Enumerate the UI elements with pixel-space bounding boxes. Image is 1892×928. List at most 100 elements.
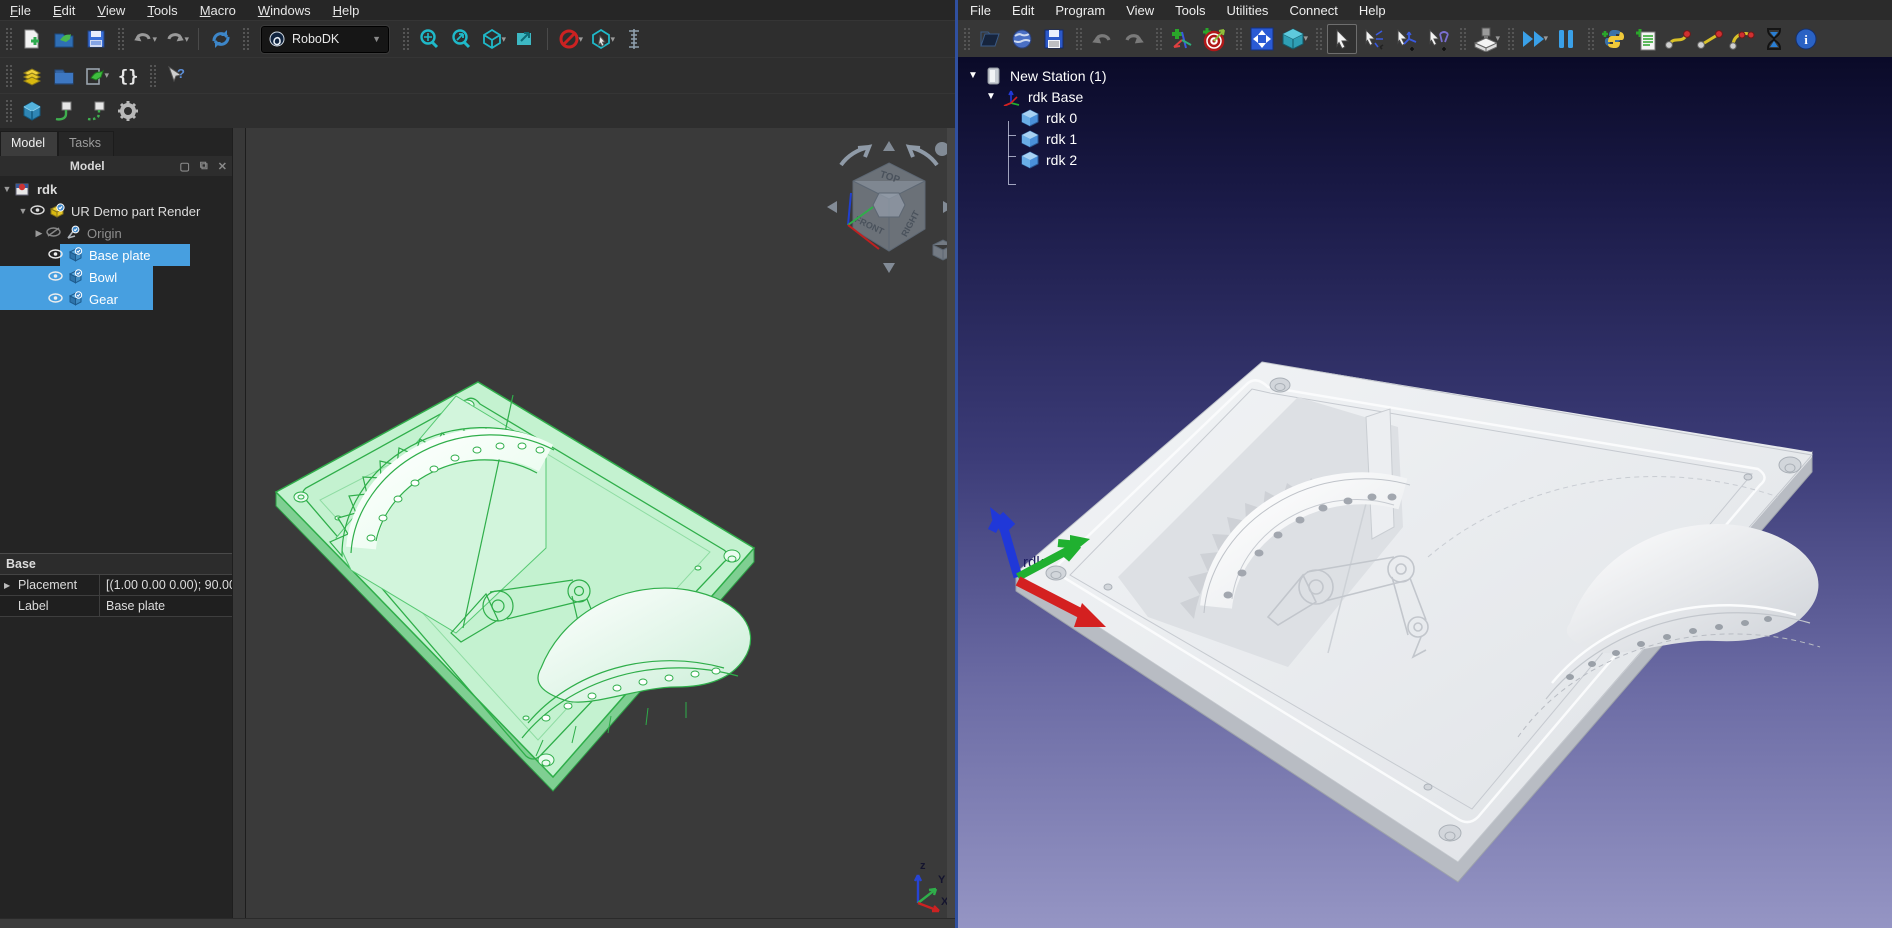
property-row-label[interactable]: Label Base plate (0, 596, 232, 617)
tree-row-base-plate[interactable]: Base plate (0, 244, 232, 266)
menu-utilities[interactable]: Utilities (1227, 3, 1269, 18)
expander-icon[interactable]: ▶ (32, 228, 46, 239)
menu-file[interactable]: File (970, 3, 991, 18)
property-row-placement[interactable]: ▶Placement [(1.00 0.00 0.00); 90.00 ... (0, 575, 232, 596)
add-reference-frame-icon[interactable] (1167, 24, 1197, 54)
toolbar-handle[interactable] (6, 100, 12, 122)
toolbar-handle[interactable] (118, 28, 124, 50)
workbench-selector[interactable]: RoboDK ▼ (261, 26, 389, 53)
tree-row-gear[interactable]: Gear (0, 288, 232, 310)
panel-float-icon[interactable]: ⧉ (200, 160, 208, 173)
move-frame-cursor-icon[interactable] (1391, 24, 1421, 54)
isometric-view-icon[interactable]: ▾ (480, 26, 506, 52)
toolbar-handle[interactable] (964, 28, 970, 50)
toolbar-handle[interactable] (6, 65, 12, 87)
robodk-cube-icon[interactable] (19, 98, 45, 124)
viewport-scrollbar[interactable] (947, 128, 955, 928)
about-info-icon[interactable]: i (1791, 24, 1821, 54)
new-document-icon[interactable] (19, 26, 45, 52)
tree-row-rdk-0[interactable]: rdk 0 (964, 107, 1106, 128)
toolbar-handle[interactable] (403, 28, 409, 50)
tab-model[interactable]: Model (0, 131, 58, 156)
toolbar-handle[interactable] (150, 65, 156, 87)
robodk-3d-viewport[interactable]: rdk ▼ New Station (1) ▼ rdk Base (958, 57, 1892, 928)
save-icon[interactable] (83, 26, 109, 52)
tab-tasks[interactable]: Tasks (58, 131, 114, 156)
expander-icon[interactable]: ▶ (4, 581, 14, 590)
menu-connect[interactable]: Connect (1289, 3, 1337, 18)
zoom-selection-icon[interactable] (448, 26, 474, 52)
freecad-3d-viewport[interactable]: TOP FRONT RIGHT z Y X (245, 128, 947, 918)
menu-edit[interactable]: Edit (1012, 3, 1034, 18)
panel-close-icon[interactable]: ✕ (218, 160, 227, 173)
box-zoom-icon[interactable]: ▾ (589, 26, 615, 52)
redo-icon[interactable]: ▾ (163, 26, 189, 52)
undo-icon[interactable]: ▾ (131, 26, 157, 52)
rotate-cursor-icon[interactable] (1359, 24, 1389, 54)
macro-braces-icon[interactable]: {} (115, 63, 141, 89)
toolbar-handle[interactable] (1508, 28, 1514, 50)
visible-eye-icon[interactable] (48, 248, 63, 263)
menu-view[interactable]: View (1126, 3, 1154, 18)
add-python-program-icon[interactable] (1599, 24, 1629, 54)
refresh-icon[interactable] (208, 26, 234, 52)
move-joint-icon[interactable] (1663, 24, 1693, 54)
machining-project-icon[interactable]: ▾ (1471, 24, 1501, 54)
menu-program[interactable]: Program (1055, 3, 1105, 18)
tree-row-rdk-1[interactable]: rdk 1 (964, 128, 1106, 149)
draw-style-icon[interactable]: ▾ (557, 26, 583, 52)
toolbar-handle[interactable] (1236, 28, 1242, 50)
expander-icon[interactable]: ▼ (16, 206, 30, 216)
expander-icon[interactable]: ▼ (0, 184, 14, 194)
placement-value[interactable]: [(1.00 0.00 0.00); 90.00 ... (100, 575, 232, 595)
move-circular-icon[interactable] (1727, 24, 1757, 54)
std-parts-icon[interactable] (19, 63, 45, 89)
online-library-icon[interactable] (1007, 24, 1037, 54)
move-linear-icon[interactable] (1695, 24, 1725, 54)
visible-eye-icon[interactable] (30, 204, 45, 219)
export-icon[interactable]: ▾ (83, 63, 109, 89)
menu-edit[interactable]: Edit (53, 3, 75, 18)
menu-view[interactable]: View (97, 3, 125, 18)
whats-this-icon[interactable]: ? (163, 63, 189, 89)
redo-icon[interactable] (1119, 24, 1149, 54)
menu-help[interactable]: Help (1359, 3, 1386, 18)
menu-macro[interactable]: Macro (200, 3, 236, 18)
menu-help[interactable]: Help (333, 3, 360, 18)
add-program-icon[interactable] (1631, 24, 1661, 54)
expander-icon[interactable]: ▼ (982, 91, 1000, 102)
visible-eye-icon[interactable] (48, 292, 63, 307)
toolbar-handle[interactable] (243, 28, 249, 50)
open-file-icon[interactable] (51, 26, 77, 52)
panel-scrollbar[interactable] (232, 128, 245, 918)
view-cube-icon[interactable]: ▾ (1279, 24, 1309, 54)
select-cursor-icon[interactable] (1327, 24, 1357, 54)
visible-eye-icon[interactable] (48, 270, 63, 285)
hidden-eye-icon[interactable] (46, 226, 61, 241)
toolbar-handle[interactable] (1460, 28, 1466, 50)
fast-simulation-icon[interactable]: ▾ (1519, 24, 1549, 54)
toolbar-handle[interactable] (1316, 28, 1322, 50)
panel-restore-icon[interactable]: ▢ (180, 160, 190, 173)
folder-icon[interactable] (51, 63, 77, 89)
tree-row-origin[interactable]: ▶ Origin (0, 222, 232, 244)
fit-all-icon[interactable] (1247, 24, 1277, 54)
hourglass-icon[interactable] (1759, 24, 1789, 54)
menu-file[interactable]: File (10, 3, 31, 18)
menu-windows[interactable]: Windows (258, 3, 311, 18)
sync-view-icon[interactable] (512, 26, 538, 52)
label-value[interactable]: Base plate (100, 596, 232, 616)
load-points-icon[interactable] (83, 98, 109, 124)
move-tool-cursor-icon[interactable] (1423, 24, 1453, 54)
tree-row-station[interactable]: ▼ New Station (1) (964, 65, 1106, 86)
tree-row-rdk-2[interactable]: rdk 2 (964, 149, 1106, 170)
open-icon[interactable] (975, 24, 1005, 54)
toolbar-handle[interactable] (1588, 28, 1594, 50)
navigation-cube[interactable]: TOP FRONT RIGHT (821, 133, 961, 298)
toolbar-handle[interactable] (1156, 28, 1162, 50)
reference-frame-arrows[interactable]: rdk (978, 457, 1138, 657)
tree-row-rdk-base[interactable]: ▼ rdk Base (964, 86, 1106, 107)
menu-tools[interactable]: Tools (147, 3, 177, 18)
toolbar-handle[interactable] (6, 28, 12, 50)
tree-row-rdk[interactable]: ▼ rdk (0, 178, 232, 200)
